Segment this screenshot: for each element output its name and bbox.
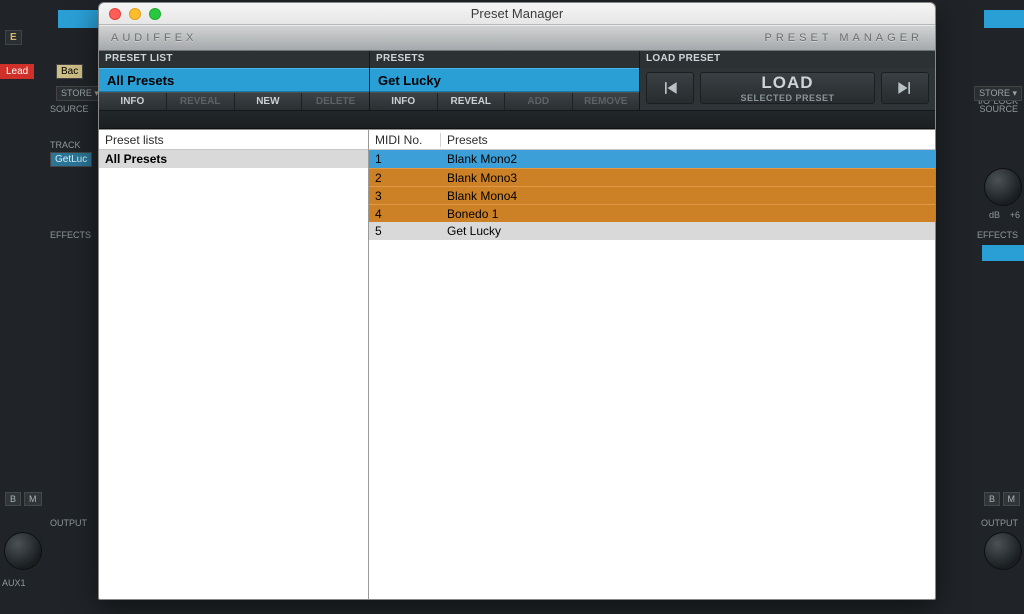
preset-row-name: Blank Mono4 (441, 189, 935, 203)
presets-header: PRESETS Get Lucky INFO REVEAL ADD REMOVE (369, 51, 639, 110)
preset-row-midi-no: 1 (369, 152, 441, 166)
presets-column-header: MIDI No. Presets (369, 130, 935, 150)
bg-aux1: AUX1 (2, 578, 26, 588)
presets-actions: INFO REVEAL ADD REMOVE (370, 92, 639, 110)
bg-track-label: TRACK (50, 140, 81, 150)
bg-effects-right: EFFECTS (977, 230, 1018, 240)
presets-info-button[interactable]: INFO (370, 93, 438, 110)
bg-store-right[interactable]: STORE ▾ (974, 86, 1022, 101)
next-preset-button[interactable] (881, 72, 929, 104)
bg-knob-left[interactable] (4, 532, 42, 570)
bg-output-left: OUTPUT (50, 518, 87, 528)
presets-label: PRESETS (370, 51, 639, 68)
preset-lists-column-header: Preset lists (99, 130, 368, 150)
body-panels: Preset lists All Presets MIDI No. Preset… (99, 129, 935, 599)
preset-list-info-button[interactable]: INFO (99, 93, 167, 110)
preset-row[interactable]: 1Blank Mono2 (369, 150, 935, 168)
brand-right: PRESET MANAGER (765, 32, 924, 44)
load-selected-preset-button[interactable]: LOAD SELECTED PRESET (700, 72, 875, 104)
bg-e-label: E (5, 30, 22, 45)
presets-add-button[interactable]: ADD (505, 93, 573, 110)
presets-reveal-button[interactable]: REVEAL (438, 93, 506, 110)
preset-list-row[interactable]: All Presets (99, 150, 368, 168)
maximize-button[interactable] (149, 8, 161, 20)
preset-row-midi-no: 2 (369, 171, 441, 185)
preset-row[interactable]: 5Get Lucky (369, 222, 935, 240)
bg-b-right[interactable]: B (984, 492, 1000, 506)
bg-b-left[interactable]: B (5, 492, 21, 506)
bg-getluc-label[interactable]: GetLuc (50, 152, 92, 167)
close-button[interactable] (109, 8, 121, 20)
preset-row-name: Blank Mono3 (441, 171, 935, 185)
midi-no-header: MIDI No. (369, 133, 441, 147)
preset-list-reveal-button[interactable]: REVEAL (167, 93, 235, 110)
window-title: Preset Manager (99, 6, 935, 21)
preset-row-name: Blank Mono2 (441, 152, 935, 166)
preset-list-new-button[interactable]: NEW (235, 93, 303, 110)
bg-plus6-r: +6 (1010, 210, 1020, 220)
bg-source-left: SOURCE (50, 104, 89, 114)
preset-row[interactable]: 3Blank Mono4 (369, 186, 935, 204)
preset-list-header: PRESET LIST All Presets INFO REVEAL NEW … (99, 51, 369, 110)
preset-row-name: Bonedo 1 (441, 207, 935, 221)
presets-remove-button[interactable]: REMOVE (573, 93, 640, 110)
brand-bar: AUDIFFEX PRESET MANAGER (99, 25, 935, 51)
bg-effects-left: EFFECTS (50, 230, 91, 240)
bg-blue-bar-r2 (982, 245, 1024, 261)
next-icon (895, 78, 915, 98)
preset-row[interactable]: 2Blank Mono3 (369, 168, 935, 186)
load-btn-label: LOAD (761, 73, 813, 93)
bg-blue-bar-r (984, 10, 1024, 28)
window-titlebar[interactable]: Preset Manager (99, 3, 935, 25)
bg-back-label[interactable]: Bac (56, 64, 83, 79)
bg-source-right: SOURCE (979, 104, 1018, 114)
prev-preset-button[interactable] (646, 72, 694, 104)
presets-name-header: Presets (441, 133, 935, 147)
load-preset-header: LOAD PRESET LOAD SELECTED PRESET (639, 51, 935, 110)
bg-m-left[interactable]: M (24, 492, 42, 506)
preset-row-midi-no: 4 (369, 207, 441, 221)
brand-left: AUDIFFEX (111, 32, 197, 44)
bg-db-r: dB (989, 210, 1000, 220)
presets-panel: MIDI No. Presets 1Blank Mono22Blank Mono… (369, 130, 935, 599)
bg-store-left[interactable]: STORE ▾ (56, 86, 104, 101)
divider-strip (99, 111, 935, 129)
bg-knob-right-top[interactable] (984, 168, 1022, 206)
bg-m-right[interactable]: M (1003, 492, 1021, 506)
traffic-lights (99, 8, 161, 20)
preset-list-actions: INFO REVEAL NEW DELETE (99, 92, 369, 110)
presets-active[interactable]: Get Lucky (370, 68, 639, 92)
preset-manager-window: Preset Manager AUDIFFEX PRESET MANAGER P… (98, 2, 936, 600)
bg-lead-label[interactable]: Lead (0, 64, 34, 79)
load-btn-sublabel: SELECTED PRESET (740, 93, 834, 103)
bg-output-right: OUTPUT (981, 518, 1018, 528)
minimize-button[interactable] (129, 8, 141, 20)
load-preset-label: LOAD PRESET (640, 51, 935, 68)
preset-list-label: PRESET LIST (99, 51, 369, 68)
bg-knob-right[interactable] (984, 532, 1022, 570)
preset-row-name: Get Lucky (441, 224, 935, 238)
preset-row-midi-no: 5 (369, 224, 441, 238)
preset-lists-header-text: Preset lists (99, 133, 164, 147)
preset-row[interactable]: 4Bonedo 1 (369, 204, 935, 222)
prev-icon (660, 78, 680, 98)
preset-list-delete-button[interactable]: DELETE (302, 93, 369, 110)
bg-blue-bar (58, 10, 98, 28)
preset-lists-panel: Preset lists All Presets (99, 130, 369, 599)
header-area: PRESET LIST All Presets INFO REVEAL NEW … (99, 51, 935, 111)
preset-list-active[interactable]: All Presets (99, 68, 369, 92)
preset-row-midi-no: 3 (369, 189, 441, 203)
